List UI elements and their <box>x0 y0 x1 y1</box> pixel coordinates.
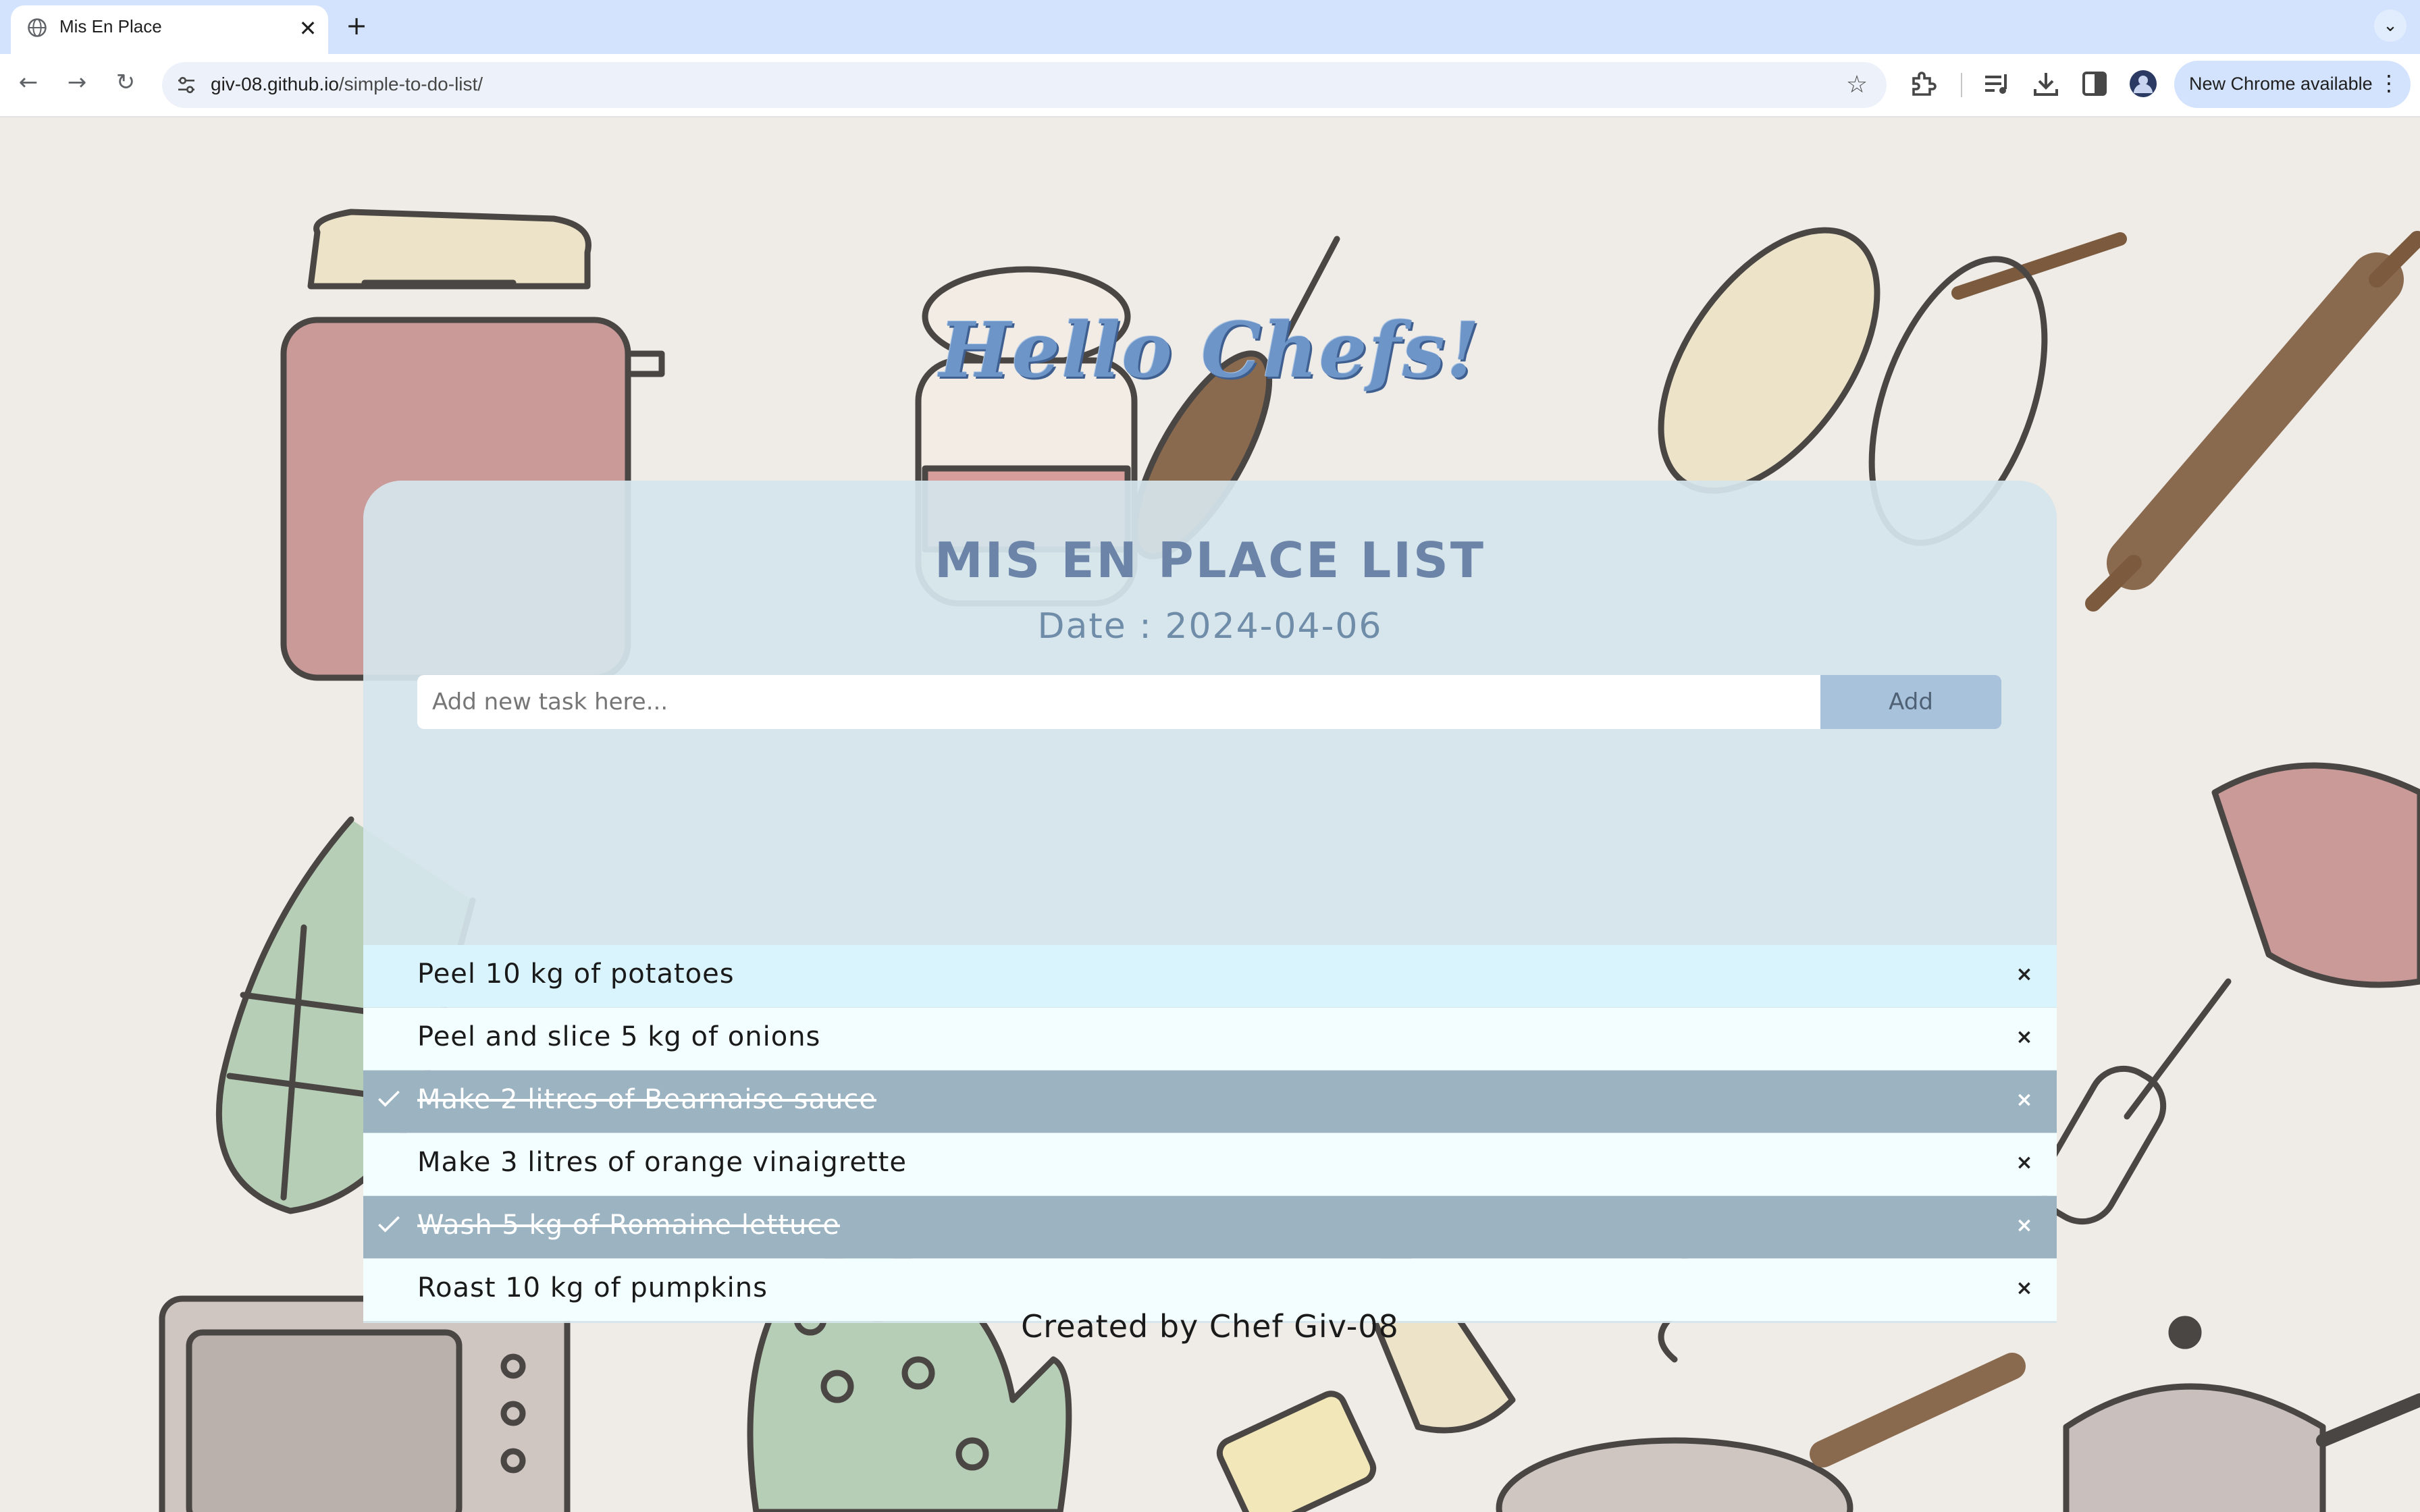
tab-title: Mis En Place <box>59 16 162 36</box>
task-text: Make 3 litres of orange vinaigrette <box>417 1147 907 1178</box>
toolbar-divider <box>1961 73 1962 97</box>
media-controls-icon[interactable] <box>1981 68 2014 100</box>
star-icon[interactable]: ☆ <box>1842 70 1872 100</box>
close-icon[interactable]: × <box>2011 1025 2038 1052</box>
add-task-button[interactable]: Add <box>1820 675 2001 729</box>
check-icon <box>378 1090 400 1107</box>
task-text: Make 2 litres of Bearnaise sauce <box>417 1084 876 1115</box>
close-icon[interactable]: × <box>2011 1276 2038 1303</box>
active-tab[interactable]: Mis En Place ✕ <box>11 5 328 54</box>
rolling-pin-illustration <box>2085 231 2420 612</box>
close-icon[interactable]: × <box>2011 1151 2038 1178</box>
extensions-icon[interactable] <box>1908 68 1941 100</box>
todo-card: MIS EN PLACE LIST Date : 2024-04-06 Add … <box>363 481 2057 1323</box>
footer-credit: Created by Chef Giv-08 <box>1021 1308 1399 1345</box>
hand-mixer-illustration <box>2039 762 2420 1225</box>
chrome-update-label: New Chrome available <box>2189 74 2373 94</box>
task-item[interactable]: Make 3 litres of orange vinaigrette × <box>363 1133 2057 1195</box>
url-text: giv-08.github.io/simple-to-do-list/ <box>211 74 483 95</box>
pot-illustration <box>2063 1316 2420 1512</box>
list-title: MIS EN PLACE LIST <box>935 532 1485 589</box>
url-path: /simple-to-do-list/ <box>338 74 483 94</box>
close-icon[interactable]: × <box>2011 1214 2038 1241</box>
task-item[interactable]: Peel 10 kg of potatoes × <box>363 945 2057 1007</box>
browser-toolbar: ← → ↻ giv-08.github.io/simple-to-do-list… <box>0 54 2420 117</box>
task-text: Roast 10 kg of pumpkins <box>417 1272 768 1303</box>
new-task-input[interactable] <box>417 675 1820 729</box>
task-list: Peel 10 kg of potatoes × Peel and slice … <box>363 945 2057 1322</box>
page-viewport: Hello Chefs! MIS EN PLACE LIST Date : 20… <box>0 117 2420 1512</box>
date-label: Date : 2024-04-06 <box>1037 606 1383 647</box>
forward-arrow-icon[interactable]: → <box>61 69 93 101</box>
butter-illustration <box>1216 1390 1377 1512</box>
close-icon[interactable]: × <box>2011 963 2038 990</box>
task-text: Peel and slice 5 kg of onions <box>417 1021 821 1052</box>
site-info-icon[interactable] <box>176 74 197 96</box>
close-icon[interactable]: ✕ <box>297 18 319 39</box>
address-bar[interactable]: giv-08.github.io/simple-to-do-list/ ☆ <box>162 62 1887 108</box>
plus-icon[interactable]: + <box>343 12 370 39</box>
task-item[interactable]: Wash 5 kg of Romaine lettuce × <box>363 1196 2057 1258</box>
tab-strip: Mis En Place ✕ + ⌄ <box>0 0 2420 54</box>
url-host: giv-08.github.io <box>211 74 339 94</box>
frying-pan-illustration <box>1496 1353 2026 1512</box>
close-icon[interactable]: × <box>2011 1088 2038 1115</box>
task-item[interactable]: Peel and slice 5 kg of onions × <box>363 1008 2057 1070</box>
more-vert-icon[interactable]: ⋮ <box>2378 70 2400 96</box>
chevron-down-icon[interactable]: ⌄ <box>2374 9 2406 42</box>
task-text: Peel 10 kg of potatoes <box>417 959 735 990</box>
chrome-update-button[interactable]: New Chrome available ⋮ <box>2174 61 2411 108</box>
back-arrow-icon[interactable]: ← <box>12 69 45 101</box>
check-icon <box>378 1216 400 1233</box>
reload-icon[interactable]: ↻ <box>109 69 142 101</box>
download-icon[interactable] <box>2030 68 2062 100</box>
task-item[interactable]: Make 2 litres of Bearnaise sauce × <box>363 1071 2057 1133</box>
profile-avatar[interactable] <box>2127 68 2159 100</box>
globe-icon <box>28 18 47 37</box>
side-panel-icon[interactable] <box>2078 68 2111 100</box>
page-title: Hello Chefs! <box>939 306 1481 395</box>
task-text: Wash 5 kg of Romaine lettuce <box>417 1210 840 1241</box>
